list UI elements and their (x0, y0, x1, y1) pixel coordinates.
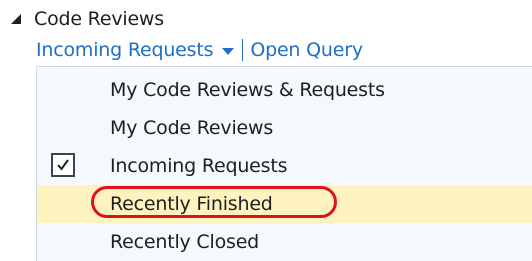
menu-item-my-code-reviews[interactable]: My Code Reviews (37, 109, 532, 147)
open-query-link[interactable]: Open Query (250, 39, 363, 61)
menu-item-label: Recently Closed (110, 231, 260, 253)
triangle-down-icon[interactable] (10, 13, 22, 25)
menu-item-label: Incoming Requests (110, 155, 288, 177)
chevron-down-icon[interactable] (222, 47, 235, 55)
section-title: Code Reviews (34, 8, 164, 30)
menu-item-label: Recently Finished (110, 193, 273, 215)
section-header[interactable]: Code Reviews (10, 4, 164, 34)
code-reviews-panel: Code Reviews Incoming Requests Open Quer… (0, 0, 532, 261)
menu-item-label: My Code Reviews & Requests (110, 79, 385, 101)
checkmark-icon (57, 159, 69, 171)
query-selector-link[interactable]: Incoming Requests (36, 39, 214, 61)
menu-item-label: My Code Reviews (110, 117, 274, 139)
query-dropdown-menu: My Code Reviews & Requests My Code Revie… (36, 66, 532, 261)
menu-item-my-code-reviews-and-requests[interactable]: My Code Reviews & Requests (37, 71, 532, 109)
menu-item-recently-finished[interactable]: Recently Finished (37, 185, 532, 223)
menu-item-incoming-requests[interactable]: Incoming Requests (37, 147, 532, 185)
query-toolbar: Incoming Requests Open Query (36, 36, 363, 64)
menu-item-recently-closed[interactable]: Recently Closed (37, 223, 532, 261)
checkbox-checked[interactable] (51, 153, 75, 177)
toolbar-divider (242, 39, 244, 61)
